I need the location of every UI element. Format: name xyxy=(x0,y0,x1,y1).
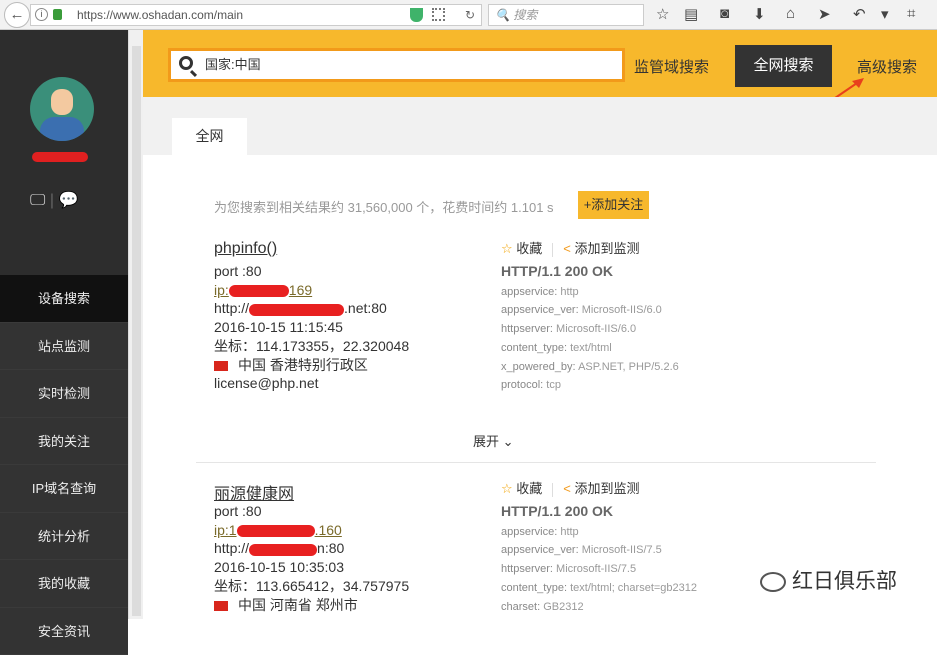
monitor-icon[interactable]: 🖵 xyxy=(30,192,45,209)
star-icon: ☆ xyxy=(501,241,513,256)
search-placeholder: 搜索 xyxy=(513,8,537,22)
favorite-button[interactable]: ☆ 收藏 xyxy=(501,481,542,496)
search-icon xyxy=(179,56,193,70)
add-monitor-button[interactable]: < 添加到监测 xyxy=(563,481,639,496)
location: 中国 河南省 郑州市 xyxy=(214,596,409,615)
coordinates: 坐标：114.173355，22.320048 xyxy=(214,337,409,356)
result-summary: 为您搜索到相关结果约 31,560,000 个，花费时间约 1.101 s xyxy=(214,197,554,216)
divider xyxy=(196,462,876,463)
coordinates: 坐标：113.665412，34.757975 xyxy=(214,577,409,596)
result-item: 丽源健康网 port :80 ip:1.160 http://n:80 2016… xyxy=(214,480,874,504)
result-item: phpinfo() port :80 ip:169 http://.net:80… xyxy=(214,240,874,258)
browser-toolbar: ← i https://www.oshadan.com/main ↻ 🔍 搜索 … xyxy=(0,0,937,30)
sidebar-item-ip-domain[interactable]: IP域名查询 xyxy=(0,465,128,513)
crop-icon[interactable]: ⌗ xyxy=(907,5,915,22)
tab-all[interactable]: 全网 xyxy=(172,118,247,155)
wechat-logo-icon xyxy=(760,572,786,592)
http-status: HTTP/1.1 200 OK xyxy=(501,263,613,279)
advanced-search-link[interactable]: 高级搜索 xyxy=(857,56,917,77)
host-url: http://n:80 xyxy=(214,539,409,558)
timestamp: 2016-10-15 10:35:03 xyxy=(214,558,409,577)
sidebar-item-favorites[interactable]: 我的收藏 xyxy=(0,560,128,608)
sidebar-scrollbar[interactable] xyxy=(128,30,143,619)
port: port :80 xyxy=(214,502,409,521)
address-bar[interactable]: i https://www.oshadan.com/main ↻ xyxy=(30,4,482,26)
ip-link[interactable]: ip:169 xyxy=(214,281,409,300)
reading-list-icon[interactable]: ▤ xyxy=(684,5,698,23)
back-button[interactable]: ← xyxy=(4,2,30,28)
tab-bar: 全网 xyxy=(143,97,937,155)
sidebar-menu: 设备搜索 站点监测 实时检测 我的关注 IP域名查询 统计分析 我的收藏 安全资… xyxy=(0,275,128,655)
reload-icon[interactable]: ↻ xyxy=(465,5,475,25)
home-icon[interactable]: ⌂ xyxy=(786,5,795,22)
ip-link[interactable]: ip:1.160 xyxy=(214,521,409,540)
browser-search-input[interactable]: 🔍 搜索 xyxy=(488,4,644,26)
add-monitor-button[interactable]: < 添加到监测 xyxy=(563,241,639,256)
star-icon: ☆ xyxy=(501,481,513,496)
http-status: HTTP/1.1 200 OK xyxy=(501,503,613,519)
port: port :80 xyxy=(214,262,409,281)
download-icon[interactable]: ⬇ xyxy=(753,5,766,23)
avatar[interactable] xyxy=(30,77,94,141)
sidebar-item-security-news[interactable]: 安全资讯 xyxy=(0,608,128,655)
chat-icon[interactable]: 💬 xyxy=(59,192,79,209)
dropdown-icon[interactable]: ▾ xyxy=(881,5,889,23)
sidebar: 🖵 | 💬 设备搜索 站点监测 实时检测 我的关注 IP域名查询 统计分析 我的… xyxy=(0,30,128,619)
chevron-down-icon: ⌄ xyxy=(503,434,514,449)
sidebar-item-my-follows[interactable]: 我的关注 xyxy=(0,418,128,466)
username-redacted xyxy=(32,152,88,162)
shield-icon[interactable] xyxy=(410,8,423,22)
undo-icon[interactable]: ↶ xyxy=(853,5,866,23)
host-url: http://.net:80 xyxy=(214,299,409,318)
qr-code-icon[interactable] xyxy=(432,8,445,21)
location: 中国 香港特别行政区 xyxy=(214,356,409,375)
sidebar-item-device-search[interactable]: 设备搜索 xyxy=(0,275,128,323)
timestamp: 2016-10-15 11:15:45 xyxy=(214,318,409,337)
pocket-icon[interactable]: ◙ xyxy=(720,5,729,22)
sidebar-item-realtime-detect[interactable]: 实时检测 xyxy=(0,370,128,418)
sidebar-item-statistics[interactable]: 统计分析 xyxy=(0,513,128,561)
sidebar-item-site-monitor[interactable]: 站点监测 xyxy=(0,323,128,371)
add-follow-button[interactable]: +添加关注 xyxy=(578,191,649,219)
share-icon: < xyxy=(563,481,571,496)
info-icon[interactable]: i xyxy=(35,8,48,21)
search-value: 国家:中国 xyxy=(205,57,261,72)
extra-info: license@php.net xyxy=(214,374,409,393)
lock-icon xyxy=(53,9,62,20)
china-flag-icon xyxy=(214,361,228,371)
watermark: 红日俱乐部 xyxy=(760,565,897,595)
bookmark-star-icon[interactable]: ☆ xyxy=(656,5,669,23)
url-text: https://www.oshadan.com/main xyxy=(77,8,243,22)
china-flag-icon xyxy=(214,601,228,611)
share-icon: < xyxy=(563,241,571,256)
send-icon[interactable]: ➤ xyxy=(818,5,831,23)
search-input[interactable]: 国家:中国 xyxy=(168,48,625,82)
expand-button[interactable]: 展开 ⌄ xyxy=(473,431,514,450)
favorite-button[interactable]: ☆ 收藏 xyxy=(501,241,542,256)
domain-search-button[interactable]: 监管域搜索 xyxy=(634,56,709,77)
